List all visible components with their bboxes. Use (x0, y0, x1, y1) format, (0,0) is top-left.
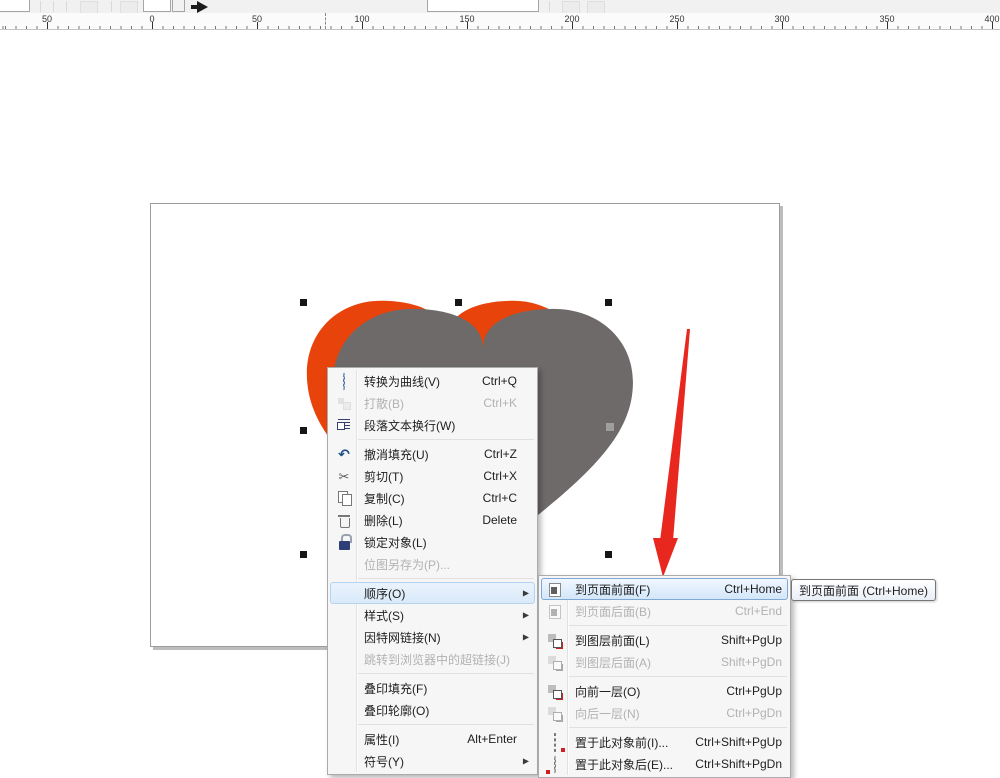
submenu-item-in-front-of[interactable]: 置于此对象前(I)... Ctrl+Shift+PgUp (541, 731, 788, 753)
menu-item-internet-links[interactable]: 因特网链接(N) ▶ (330, 626, 535, 648)
forward-one-icon (547, 683, 564, 700)
coreldraw-workspace: { "ruler": { "labels": ["50", "0", "50",… (0, 0, 1000, 772)
back-one-icon (547, 705, 564, 722)
submenu-item-to-back-of-layer: 到图层后面(A) Shift+PgDn (541, 651, 788, 673)
submenu-item-back-one: 向后一层(N) Ctrl+PgDn (541, 702, 788, 724)
convert-to-curves-icon (336, 373, 353, 390)
order-submenu: 到页面前面(F) Ctrl+Home 到页面后面(B) Ctrl+End 到图层… (538, 575, 791, 778)
in-front-of-icon (547, 734, 564, 751)
ruler-label: 200 (564, 14, 579, 24)
menu-item-copy[interactable]: 复制(C) Ctrl+C (330, 487, 535, 509)
delete-icon (336, 512, 353, 529)
ruler-label: 300 (774, 14, 789, 24)
menu-separator (569, 625, 787, 626)
menu-separator (358, 724, 534, 725)
to-back-of-layer-icon (547, 654, 564, 671)
menu-item-save-bitmap-as: 位图另存为(P)... (330, 553, 535, 575)
cut-icon: ✂ (336, 468, 353, 485)
copy-icon (336, 490, 353, 507)
ruler-cursor-indicator (325, 13, 326, 29)
arrow-tool-icon (197, 1, 208, 13)
toolbar-combo-fragment[interactable] (143, 0, 171, 12)
submenu-arrow-icon: ▶ (523, 757, 529, 766)
menu-item-order[interactable]: 顺序(O) ▶ (330, 582, 535, 604)
ruler-label: 400 (984, 14, 999, 24)
menu-item-cut[interactable]: ✂ 剪切(T) Ctrl+X (330, 465, 535, 487)
undo-icon: ↶ (336, 446, 353, 463)
menu-separator (358, 439, 534, 440)
menu-item-symbol[interactable]: 符号(Y) ▶ (330, 750, 535, 772)
toolbar-button-fragment[interactable] (172, 0, 185, 12)
ruler-label: 50 (252, 14, 262, 24)
menu-item-overprint-fill[interactable]: 叠印填充(F) (330, 677, 535, 699)
menu-separator (569, 676, 787, 677)
lock-icon (336, 534, 353, 551)
tooltip: 到页面前面 (Ctrl+Home) (791, 579, 936, 601)
menu-item-break-apart: 打散(B) Ctrl+K (330, 392, 535, 414)
toolbar-separator (66, 1, 67, 12)
menu-item-jump-to-hyperlink: 跳转到浏览器中的超链接(J) (330, 648, 535, 670)
menu-item-styles[interactable]: 样式(S) ▶ (330, 604, 535, 626)
submenu-arrow-icon: ▶ (523, 633, 529, 642)
horizontal-ruler[interactable]: 50 0 50 100 150 200 250 300 350 400 (0, 13, 1000, 30)
ruler-label: 350 (879, 14, 894, 24)
to-back-of-page-icon (547, 603, 564, 620)
submenu-item-forward-one[interactable]: 向前一层(O) Ctrl+PgUp (541, 680, 788, 702)
menu-item-properties[interactable]: 属性(I) Alt+Enter (330, 728, 535, 750)
ruler-label: 100 (354, 14, 369, 24)
break-apart-icon (336, 395, 353, 412)
menu-item-overprint-outline[interactable]: 叠印轮廓(O) (330, 699, 535, 721)
toolbar-separator (111, 1, 112, 12)
toolbar-separator (53, 1, 54, 12)
ruler-label: 150 (459, 14, 474, 24)
to-front-of-page-icon (547, 581, 564, 598)
submenu-arrow-icon: ▶ (523, 589, 529, 598)
toolbar-separator (40, 1, 41, 12)
menu-item-lock-object[interactable]: 锁定对象(L) (330, 531, 535, 553)
menu-separator (569, 727, 787, 728)
menu-separator (358, 673, 534, 674)
toolbar-fragment-field[interactable] (0, 0, 30, 12)
context-menu: 转换为曲线(V) Ctrl+Q 打散(B) Ctrl+K 段落文本换行(W) ↶… (327, 367, 538, 775)
toolbar-separator (549, 1, 550, 12)
toolbar-remnant (0, 0, 1000, 14)
to-front-of-layer-icon (547, 632, 564, 649)
ruler-label: 250 (669, 14, 684, 24)
behind-icon (547, 756, 564, 773)
submenu-item-to-front-of-layer[interactable]: 到图层前面(L) Shift+PgUp (541, 629, 788, 651)
submenu-item-to-back-of-page: 到页面后面(B) Ctrl+End (541, 600, 788, 622)
submenu-item-to-front-of-page[interactable]: 到页面前面(F) Ctrl+Home (541, 578, 788, 600)
menu-item-delete[interactable]: 删除(L) Delete (330, 509, 535, 531)
ruler-label: 50 (42, 14, 52, 24)
menu-item-paragraph-text-wrap[interactable]: 段落文本换行(W) (330, 414, 535, 436)
menu-item-undo-fill[interactable]: ↶ 撤消填充(U) Ctrl+Z (330, 443, 535, 465)
ruler-label: 0 (149, 14, 154, 24)
menu-item-convert-to-curves[interactable]: 转换为曲线(V) Ctrl+Q (330, 370, 535, 392)
menu-separator (358, 578, 534, 579)
submenu-arrow-icon: ▶ (523, 611, 529, 620)
tooltip-text: 到页面前面 (Ctrl+Home) (799, 582, 928, 599)
paragraph-text-wrap-icon (336, 417, 353, 434)
toolbar-input-fragment[interactable] (427, 0, 539, 12)
